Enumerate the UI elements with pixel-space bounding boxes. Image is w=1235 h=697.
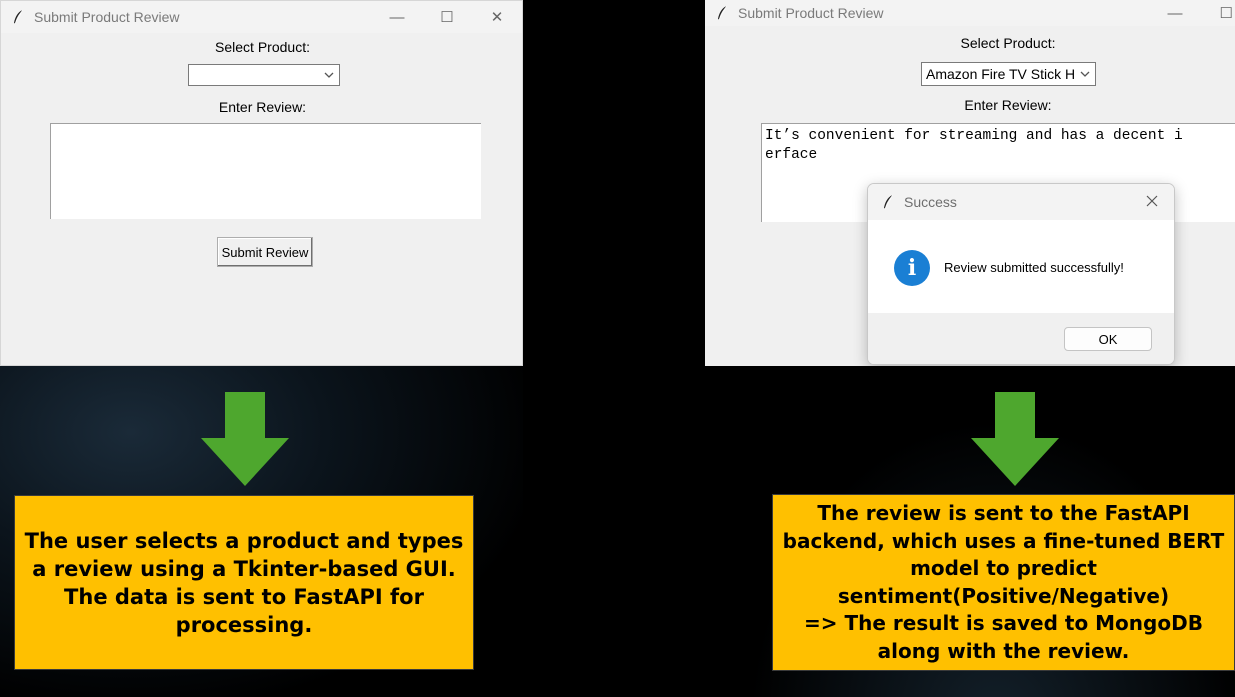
dialog-title-bar[interactable]: Success [868, 184, 1174, 220]
window-title: Submit Product Review [34, 9, 180, 25]
review-textarea[interactable] [50, 123, 481, 219]
maximize-button[interactable]: ☐ [422, 1, 472, 33]
close-icon[interactable] [1144, 193, 1160, 209]
enter-review-label: Enter Review: [218, 99, 307, 115]
tk-feather-icon [718, 5, 727, 20]
callout-gui-description: The user selects a product and types a r… [14, 495, 474, 670]
chevron-down-icon[interactable] [1078, 67, 1092, 81]
enter-review-label: Enter Review: [964, 97, 1052, 113]
arrow-down-icon [971, 392, 1059, 486]
select-product-label: Select Product: [215, 39, 310, 55]
tk-feather-icon [14, 9, 23, 24]
select-product-label: Select Product: [960, 35, 1056, 51]
info-icon: i [894, 250, 930, 286]
minimize-button[interactable]: — [1147, 0, 1203, 26]
success-dialog: Success i Review submitted successfully!… [867, 183, 1175, 365]
submit-review-window-empty: Submit Product Review — ☐ ✕ Select Produ… [0, 0, 523, 366]
dialog-body: i Review submitted successfully! [868, 220, 1174, 313]
arrow-down-icon [201, 392, 289, 486]
callout-text: The user selects a product and types a r… [24, 528, 464, 637]
dialog-message: Review submitted successfully! [944, 260, 1124, 275]
dialog-title: Success [904, 194, 957, 210]
close-button[interactable]: ✕ [472, 1, 522, 33]
callout-text: The review is sent to the FastAPI backen… [782, 501, 1225, 663]
ok-button[interactable]: OK [1064, 327, 1152, 351]
tk-feather-icon [884, 194, 893, 209]
dialog-footer: OK [868, 313, 1174, 364]
window-title: Submit Product Review [738, 5, 884, 21]
title-bar[interactable]: Submit Product Review — ☐ [705, 0, 1235, 26]
product-combobox[interactable]: Amazon Fire TV Stick H [921, 62, 1096, 86]
callout-backend-description: The review is sent to the FastAPI backen… [772, 494, 1235, 671]
minimize-button[interactable]: — [372, 1, 422, 33]
title-bar[interactable]: Submit Product Review — ☐ ✕ [1, 1, 522, 33]
submit-review-button[interactable]: Submit Review [217, 237, 313, 267]
maximize-button[interactable]: ☐ [1203, 0, 1235, 26]
combobox-value: Amazon Fire TV Stick H [926, 66, 1076, 82]
chevron-down-icon[interactable] [322, 68, 336, 82]
product-combobox[interactable] [188, 64, 340, 86]
